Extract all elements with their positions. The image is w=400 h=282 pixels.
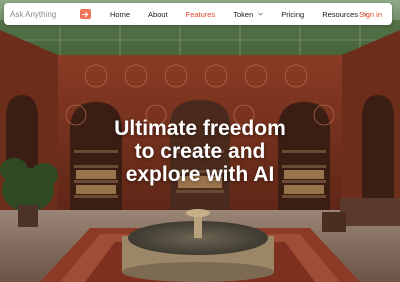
nav-link-home[interactable]: Home xyxy=(110,10,130,19)
sign-in-link[interactable]: Sign in xyxy=(359,10,382,19)
chevron-down-icon xyxy=(258,12,264,16)
nav-link-about[interactable]: About xyxy=(148,10,168,19)
search-input[interactable] xyxy=(10,9,76,19)
search-box xyxy=(10,9,96,19)
hero-headline-line-1: Ultimate freedom xyxy=(114,117,286,140)
nav-link-features[interactable]: Features xyxy=(186,10,216,19)
top-navigation-bar: Home About Features Token Pricing Resour… xyxy=(4,3,392,25)
search-submit-button[interactable] xyxy=(80,9,91,19)
nav-link-token[interactable]: Token xyxy=(233,9,264,19)
nav-links: Home About Features Token Pricing Resour… xyxy=(110,3,386,25)
hero-headline-line-3: explore with AI xyxy=(125,163,275,186)
hero-headline: Ultimate freedom to create and explore w… xyxy=(0,117,400,186)
hero-headline-line-2: to create and xyxy=(134,140,266,163)
nav-link-pricing[interactable]: Pricing xyxy=(281,10,304,19)
nav-link-token-label: Token xyxy=(233,9,254,19)
nav-link-resources-label: Resources xyxy=(322,9,359,19)
arrow-right-icon xyxy=(82,11,89,17)
